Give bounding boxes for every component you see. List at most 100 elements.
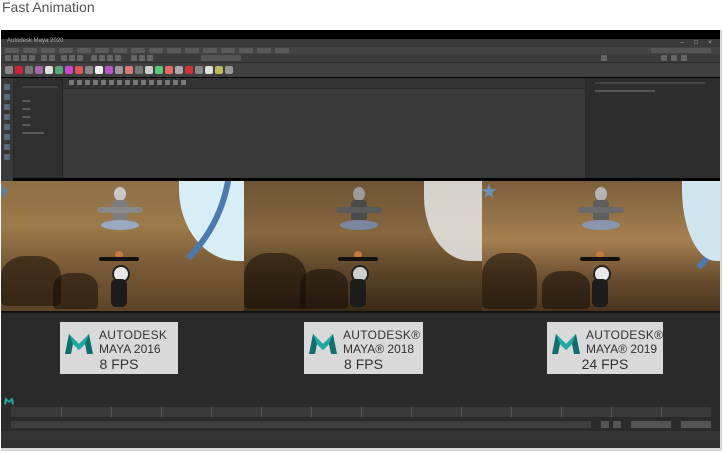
shelf-tool-icon[interactable]	[225, 66, 233, 74]
range-slider[interactable]	[11, 421, 591, 428]
menu-item[interactable]	[131, 48, 145, 53]
snap-point-icon[interactable]	[107, 55, 113, 61]
ipr-icon[interactable]	[139, 55, 145, 61]
play-forward-button[interactable]	[613, 421, 621, 428]
shelf-tool-icon[interactable]	[105, 66, 113, 74]
isolate-icon[interactable]	[133, 80, 138, 85]
menu-item[interactable]	[95, 48, 109, 53]
menu-item[interactable]	[203, 48, 217, 53]
file-new-icon[interactable]	[13, 55, 19, 61]
xray-icon[interactable]	[141, 80, 146, 85]
redo-icon[interactable]	[49, 55, 55, 61]
rotate-tool-icon[interactable]	[4, 104, 10, 110]
workspace-selector[interactable]	[651, 48, 711, 53]
shelf-tool-icon[interactable]	[145, 66, 153, 74]
shadow-icon[interactable]	[125, 80, 130, 85]
viewport-panel[interactable]	[63, 78, 585, 178]
layout-icon[interactable]	[4, 124, 10, 130]
file-save-icon[interactable]	[29, 55, 35, 61]
outliner-item[interactable]	[22, 132, 44, 134]
select-tool-icon[interactable]	[4, 84, 10, 90]
snap-plane-icon[interactable]	[115, 55, 121, 61]
render-settings-icon[interactable]	[147, 55, 153, 61]
aa-icon[interactable]	[149, 80, 154, 85]
shelf-tool-icon[interactable]	[35, 66, 43, 74]
menu-item[interactable]	[149, 48, 163, 53]
menu-item[interactable]	[5, 48, 19, 53]
shelf-tool-icon[interactable]	[175, 66, 183, 74]
file-open-icon[interactable]	[21, 55, 27, 61]
outliner-item[interactable]	[22, 108, 30, 110]
outliner-item[interactable]	[22, 124, 30, 126]
shelf-tool-icon[interactable]	[15, 66, 23, 74]
layout-icon[interactable]	[4, 134, 10, 140]
shelf-tool-icon[interactable]	[195, 66, 203, 74]
shelf-tool-icon[interactable]	[135, 66, 143, 74]
shelf-tool-icon[interactable]	[95, 66, 103, 74]
playback-options[interactable]	[631, 421, 671, 428]
shaded-icon[interactable]	[101, 80, 106, 85]
dof-icon[interactable]	[157, 80, 162, 85]
shelf-tool-icon[interactable]	[215, 66, 223, 74]
layout-icon[interactable]	[4, 144, 10, 150]
time-slider[interactable]	[11, 407, 711, 417]
color-space-icon[interactable]	[181, 80, 186, 85]
mode-icon[interactable]	[5, 55, 11, 61]
scale-tool-icon[interactable]	[4, 114, 10, 120]
play-back-button[interactable]	[601, 421, 609, 428]
menu-item[interactable]	[23, 48, 37, 53]
menu-item[interactable]	[257, 48, 271, 53]
gate-icon[interactable]	[165, 80, 170, 85]
undo-icon[interactable]	[41, 55, 47, 61]
input-field[interactable]	[201, 55, 241, 61]
layout-icon[interactable]	[4, 154, 10, 160]
outliner-item[interactable]	[22, 100, 30, 102]
panel-toggle-icon[interactable]	[681, 55, 687, 61]
menu-item[interactable]	[275, 48, 289, 53]
panel-tabs[interactable]	[595, 82, 705, 84]
panel-toggle-icon[interactable]	[661, 55, 667, 61]
menu-item[interactable]	[113, 48, 127, 53]
shelf-tool-icon[interactable]	[75, 66, 83, 74]
menu-item[interactable]	[77, 48, 91, 53]
user-icon[interactable]	[601, 55, 607, 61]
minimize-button[interactable]: –	[677, 39, 687, 47]
outliner-item[interactable]	[22, 116, 30, 118]
grid-icon[interactable]	[85, 80, 90, 85]
shelf-tool-icon[interactable]	[185, 66, 193, 74]
menu-item[interactable]	[221, 48, 235, 53]
menu-item[interactable]	[239, 48, 253, 53]
menu-item[interactable]	[185, 48, 199, 53]
shelf-tool-icon[interactable]	[55, 66, 63, 74]
texture-icon[interactable]	[109, 80, 114, 85]
shelf-tool-icon[interactable]	[205, 66, 213, 74]
shelf-tool-icon[interactable]	[25, 66, 33, 74]
move-tool-icon[interactable]	[4, 94, 10, 100]
select-icon[interactable]	[61, 55, 67, 61]
command-line[interactable]	[1, 431, 720, 440]
wireframe-icon[interactable]	[93, 80, 98, 85]
shelf-tool-icon[interactable]	[65, 66, 73, 74]
menu-item[interactable]	[167, 48, 181, 53]
camera-icon[interactable]	[69, 80, 74, 85]
shelf-tool-icon[interactable]	[45, 66, 53, 74]
paint-icon[interactable]	[77, 55, 83, 61]
menu-item[interactable]	[41, 48, 55, 53]
shelf-tool-icon[interactable]	[165, 66, 173, 74]
shelf-tool-icon[interactable]	[155, 66, 163, 74]
light-icon[interactable]	[117, 80, 122, 85]
view-icon[interactable]	[77, 80, 82, 85]
maximize-button[interactable]: □	[691, 39, 701, 47]
close-button[interactable]: ×	[705, 39, 715, 47]
render-icon[interactable]	[131, 55, 137, 61]
menu-item[interactable]	[59, 48, 73, 53]
lasso-icon[interactable]	[69, 55, 75, 61]
shelf-tool-icon[interactable]	[125, 66, 133, 74]
hud-icon[interactable]	[173, 80, 178, 85]
character-set-field[interactable]	[681, 421, 711, 428]
panel-toggle-icon[interactable]	[671, 55, 677, 61]
panel-menu[interactable]	[595, 90, 655, 92]
snap-grid-icon[interactable]	[91, 55, 97, 61]
snap-curve-icon[interactable]	[99, 55, 105, 61]
shelf-tool-icon[interactable]	[115, 66, 123, 74]
